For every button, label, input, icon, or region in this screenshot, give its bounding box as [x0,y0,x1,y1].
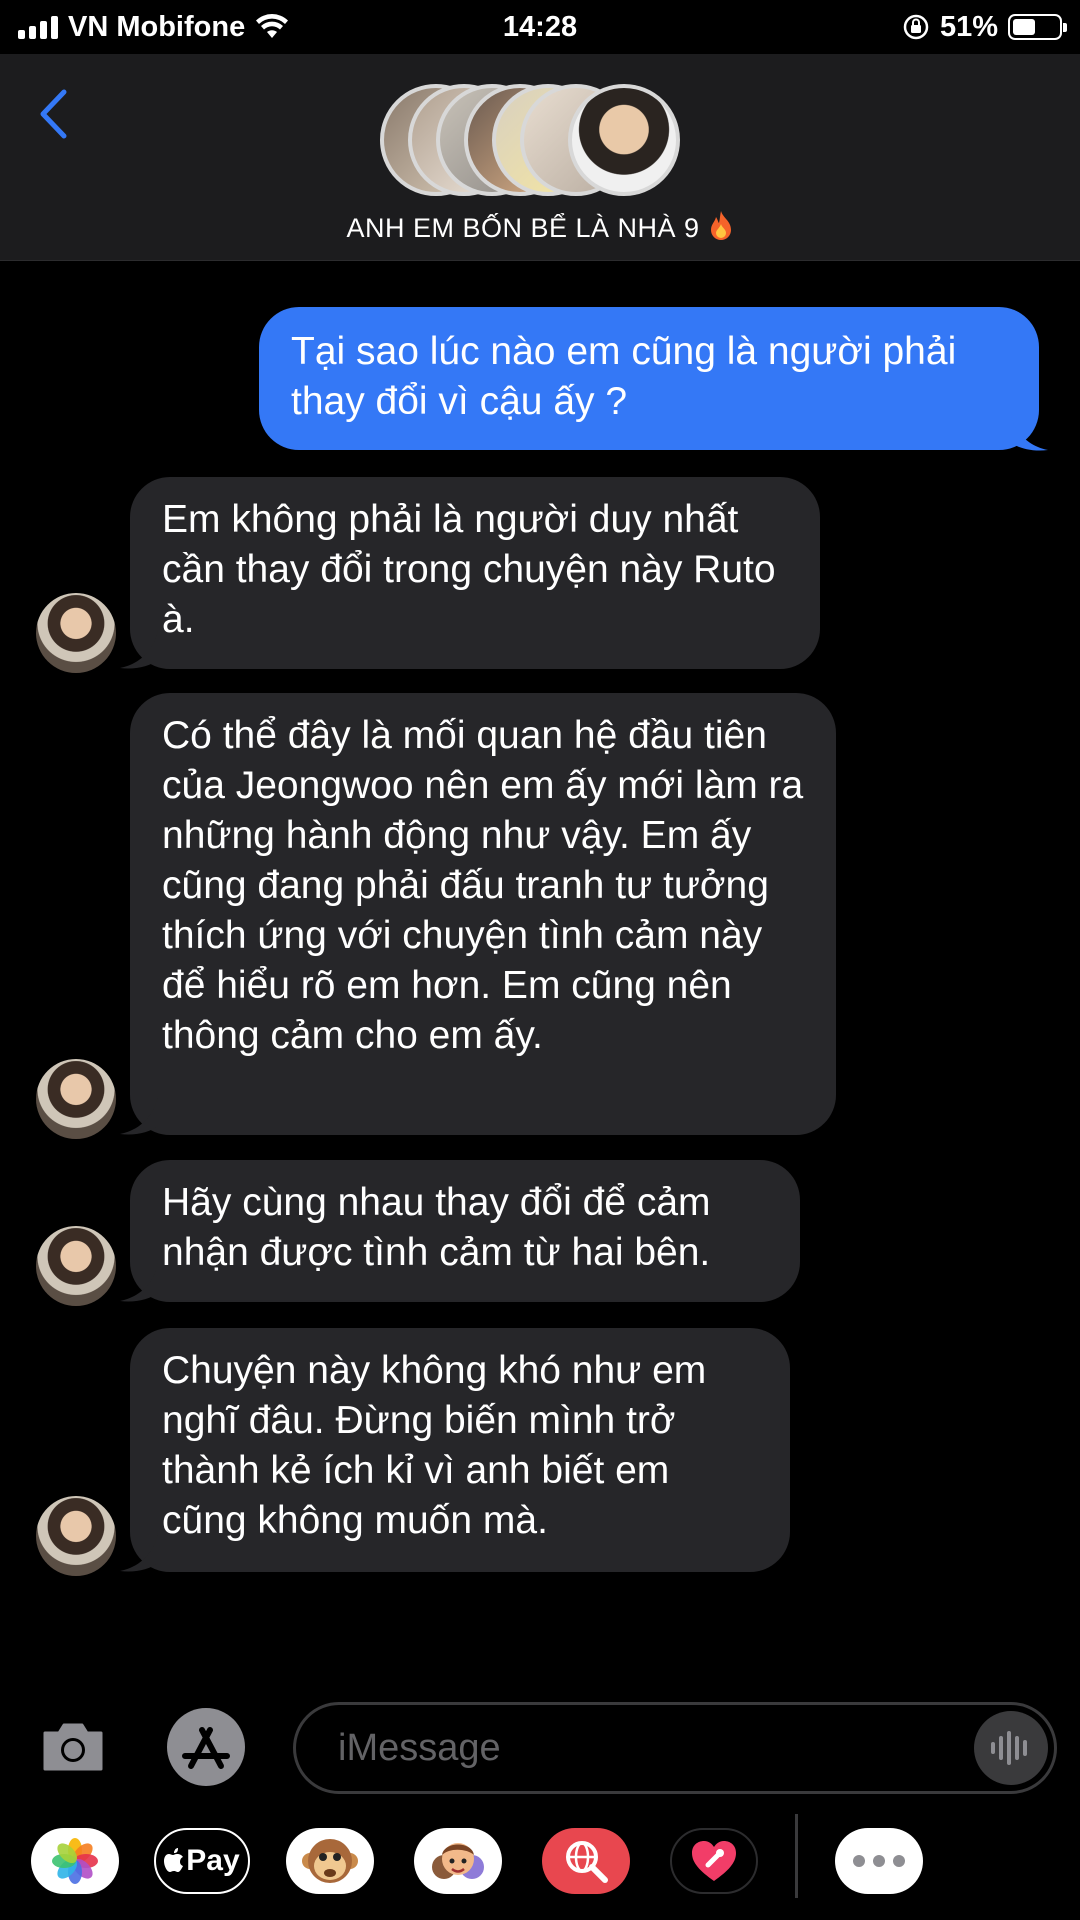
incoming-message-bubble[interactable]: Em không phải là người duy nhất cần thay… [130,477,820,669]
bubble-tail [120,630,158,669]
web-search-app-button[interactable] [542,1828,630,1894]
incoming-message-bubble[interactable]: Hãy cùng nhau thay đổi để cảm nhận được … [130,1160,800,1302]
group-name[interactable]: ANH EM BỐN BỂ LÀ NHÀ 9 [0,210,1080,244]
memoji-app-button[interactable] [414,1828,502,1894]
digital-touch-icon [692,1841,736,1881]
status-left: VN Mobifone [18,11,289,44]
app-drawer: Pay [0,1814,1080,1918]
dictation-button[interactable] [974,1711,1048,1785]
bubble-tail [120,1096,158,1135]
camera-icon [43,1723,103,1771]
sender-avatar[interactable] [36,1496,116,1576]
sender-avatar[interactable] [36,1226,116,1306]
fire-icon [710,211,731,240]
battery-percent: 51% [939,10,998,43]
message-text: Có thể đây là mối quan hệ đầu tiên của J… [162,714,804,1057]
conversation-header: ANH EM BỐN BỂ LÀ NHÀ 9 [0,54,1080,261]
app-store-icon [167,1708,245,1786]
group-name-text: ANH EM BỐN BỂ LÀ NHÀ 9 [346,213,700,243]
outgoing-message-bubble[interactable]: Tại sao lúc nào em cũng là người phải th… [259,307,1039,450]
digital-touch-app-button[interactable] [670,1828,758,1894]
message-text: Em không phải là người duy nhất cần thay… [162,498,776,641]
cellular-signal-icon [18,15,58,39]
animoji-app-button[interactable] [286,1828,374,1894]
memoji-icon [432,1843,484,1879]
more-apps-button[interactable] [835,1828,923,1894]
back-button[interactable] [28,84,78,144]
battery-icon [1008,14,1067,40]
chevron-left-icon [40,89,67,139]
bubble-tail [1010,412,1048,451]
message-text: Chuyện này không khó như em nghĩ đâu. Đừ… [162,1349,707,1542]
monkey-icon [302,1839,358,1883]
apple-pay-label: Pay [186,1844,240,1877]
status-bar: VN Mobifone 14:28 51% [0,0,1080,54]
bubble-tail [120,1533,158,1572]
more-icon [853,1855,905,1867]
photos-icon [52,1838,98,1884]
wifi-icon [256,14,289,38]
audio-waveform-icon [991,1731,1027,1765]
message-text: Tại sao lúc nào em cũng là người phải th… [291,330,957,423]
incoming-message-bubble[interactable]: Có thể đây là mối quan hệ đầu tiên của J… [130,693,836,1135]
sender-avatar[interactable] [36,1059,116,1139]
status-right: 51% [902,10,1067,44]
message-input[interactable] [336,1725,936,1771]
camera-button[interactable] [38,1712,108,1782]
message-text: Hãy cùng nhau thay đổi để cảm nhận được … [162,1181,711,1274]
web-search-icon [566,1841,608,1883]
incoming-message-bubble[interactable]: Chuyện này không khó như em nghĩ đâu. Đừ… [130,1328,790,1572]
bubble-tail [120,1263,158,1302]
battery-level-fill [1013,19,1036,35]
member-avatar [568,84,680,196]
app-drawer-divider [795,1814,798,1898]
apple-pay-button[interactable]: Pay [154,1828,250,1894]
sender-avatar[interactable] [36,593,116,673]
orientation-lock-icon [903,14,929,40]
group-avatar-stack[interactable] [380,84,710,196]
message-input-field[interactable] [293,1702,1057,1794]
photos-app-button[interactable] [31,1828,119,1894]
apple-logo-icon [164,1848,184,1872]
compose-area: Pay [0,1690,1080,1920]
app-store-button[interactable] [163,1704,249,1790]
carrier-name: VN Mobifone [68,10,246,43]
